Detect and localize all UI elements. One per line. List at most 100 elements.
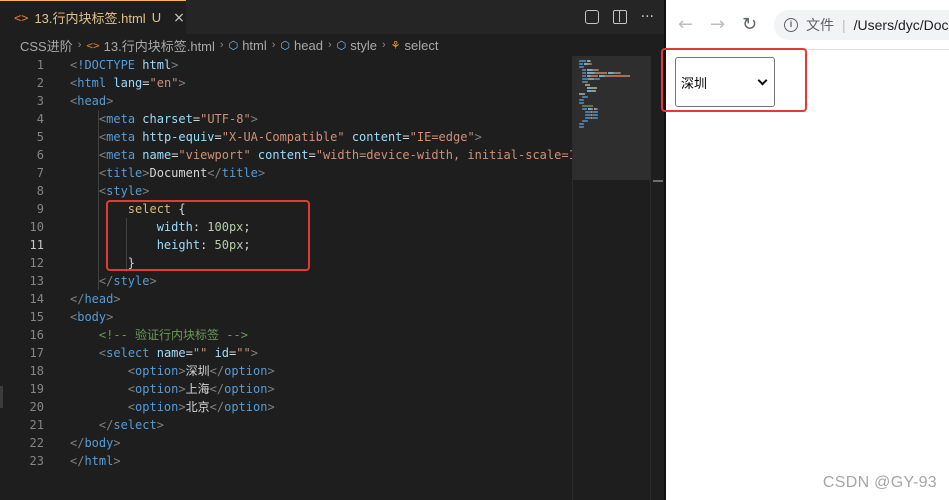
line-number: 6 xyxy=(36,148,44,162)
code-text: <option>上海</option> xyxy=(70,380,275,398)
breadcrumb-item-folder[interactable]: CSS进阶 xyxy=(20,36,73,55)
code-token: "UTF-8" xyxy=(200,112,251,126)
code-text: <title>Document</title> xyxy=(70,164,265,182)
code-line[interactable]: 13 </style> xyxy=(0,272,572,290)
code-text: <option>深圳</option> xyxy=(70,362,275,380)
code-token: > xyxy=(178,382,186,396)
code-text: <!DOCTYPE html> xyxy=(70,56,178,74)
code-text: <head> xyxy=(70,92,113,110)
code-line[interactable]: 19 <option>上海</option> xyxy=(0,380,572,398)
code-token: = xyxy=(308,148,316,162)
minimap-mark xyxy=(583,102,584,104)
code-token: </ xyxy=(70,436,85,450)
breadcrumb-item-style[interactable]: ⬡ style xyxy=(337,38,377,53)
code-token: > xyxy=(178,76,186,90)
code-line[interactable]: 21 </select> xyxy=(0,416,572,434)
forward-arrow-icon[interactable]: → xyxy=(710,14,725,36)
code-token: 深圳 xyxy=(185,364,210,378)
code-line[interactable]: 7 <title>Document</title> xyxy=(0,164,572,182)
breadcrumb-item-select[interactable]: ⚘ select xyxy=(391,38,439,53)
url-text[interactable]: /Users/dyc/Doc xyxy=(854,17,949,33)
line-number: 12 xyxy=(29,256,44,270)
code-line[interactable]: 5 <meta http-equiv="X-UA-Compatible" con… xyxy=(0,128,572,146)
minimap-mark xyxy=(592,108,593,110)
code-token: > xyxy=(113,292,121,306)
code-text: <option>北京</option> xyxy=(70,398,275,416)
tab-file[interactable]: <> 13.行内块标签.html U × xyxy=(0,0,186,34)
code-token: = xyxy=(192,112,201,126)
close-icon[interactable]: × xyxy=(173,10,185,26)
chevron-right-icon: › xyxy=(327,39,332,51)
code-line[interactable]: 4 <meta charset="UTF-8"> xyxy=(0,110,572,128)
split-editor-icon[interactable] xyxy=(612,10,627,24)
code-token: > xyxy=(106,310,114,324)
reload-icon[interactable]: ↻ xyxy=(742,14,757,36)
code-text: </style> xyxy=(70,272,157,290)
code-line[interactable]: 2 <html lang="en"> xyxy=(0,74,572,92)
code-token: > xyxy=(142,166,150,180)
code-line[interactable]: 8 <style> xyxy=(0,182,572,200)
code-line[interactable]: 14 </head> xyxy=(0,290,572,308)
breadcrumb-item-html[interactable]: ⬡ html xyxy=(229,38,267,53)
minimap-mark xyxy=(580,60,586,62)
code-area[interactable]: 1 <!DOCTYPE html> 2 <html lang="en"> 3 <head>… xyxy=(0,56,576,500)
code-line[interactable]: 6 <meta name="viewport" content="width=d… xyxy=(0,146,576,164)
minimap-mark xyxy=(597,114,598,116)
breadcrumb-item-file[interactable]: <> 13.行内块标签.html xyxy=(86,36,215,55)
indent-guide xyxy=(98,110,99,290)
browser-window: ← → ↻ i 文件 | /Users/dyc/Doc 深圳 CSDN @GY-… xyxy=(661,0,949,500)
code-token: name xyxy=(142,148,172,162)
address-bar[interactable]: i 文件 | /Users/dyc/Doc xyxy=(774,10,949,40)
minimap[interactable] xyxy=(572,56,651,500)
line-number: 4 xyxy=(36,112,44,126)
back-arrow-icon[interactable]: ← xyxy=(678,14,693,36)
code-token: body xyxy=(84,436,114,450)
line-number: 3 xyxy=(36,94,44,108)
code-line[interactable]: 23 </html> xyxy=(0,452,572,470)
code-line[interactable]: 22 </body> xyxy=(0,434,572,452)
select-highlight xyxy=(661,48,807,112)
code-line[interactable]: 18 <option>深圳</option> xyxy=(0,362,572,380)
compare-changes-icon[interactable] xyxy=(584,10,599,24)
minimap-mark xyxy=(583,99,584,101)
vertical-scrollbar[interactable] xyxy=(650,56,664,500)
scrollbar-thumb[interactable] xyxy=(653,180,663,182)
code-token: </ xyxy=(70,454,85,468)
code-line[interactable]: 20 <option>北京</option> xyxy=(0,398,572,416)
code-token: "X-UA-Compatible" xyxy=(221,130,345,144)
minimap-mark xyxy=(599,78,600,80)
sash-handle[interactable] xyxy=(0,386,3,408)
code-token: html xyxy=(77,76,107,90)
more-actions-icon[interactable]: ··· xyxy=(641,9,654,25)
code-token: > xyxy=(257,166,266,180)
code-line[interactable]: 1 <!DOCTYPE html> xyxy=(0,56,572,74)
watermark: CSDN @GY-93 xyxy=(822,474,937,491)
symbol-selector-icon: ⚘ xyxy=(390,39,401,52)
code-line[interactable]: 15 <body> xyxy=(0,308,572,326)
minimap-mark xyxy=(597,108,598,110)
line-number: 5 xyxy=(36,130,44,144)
address-divider: | xyxy=(842,17,846,33)
info-icon[interactable]: i xyxy=(784,18,798,32)
symbol-element-icon: ⬡ xyxy=(228,39,239,52)
code-line[interactable]: 17 <select name="" id=""> xyxy=(0,344,572,362)
line-number: 13 xyxy=(29,274,44,288)
line-number: 17 xyxy=(29,346,44,360)
code-token: < xyxy=(127,400,136,414)
breadcrumb-item-head[interactable]: ⬡ head xyxy=(280,38,323,53)
browser-toolbar: ← → ↻ i 文件 | /Users/dyc/Doc xyxy=(666,0,949,50)
code-token: "IE=edge" xyxy=(409,130,475,144)
line-number: 11 xyxy=(29,238,44,252)
code-token: meta xyxy=(106,112,136,126)
code-line[interactable]: 16 <!-- 验证行内块标签 --> xyxy=(0,326,572,344)
code-line[interactable]: 3 <head> xyxy=(0,92,572,110)
code-token: meta xyxy=(106,130,136,144)
code-token: "en" xyxy=(149,76,179,90)
code-token: </ xyxy=(98,274,114,288)
minimap-mark xyxy=(583,72,586,74)
